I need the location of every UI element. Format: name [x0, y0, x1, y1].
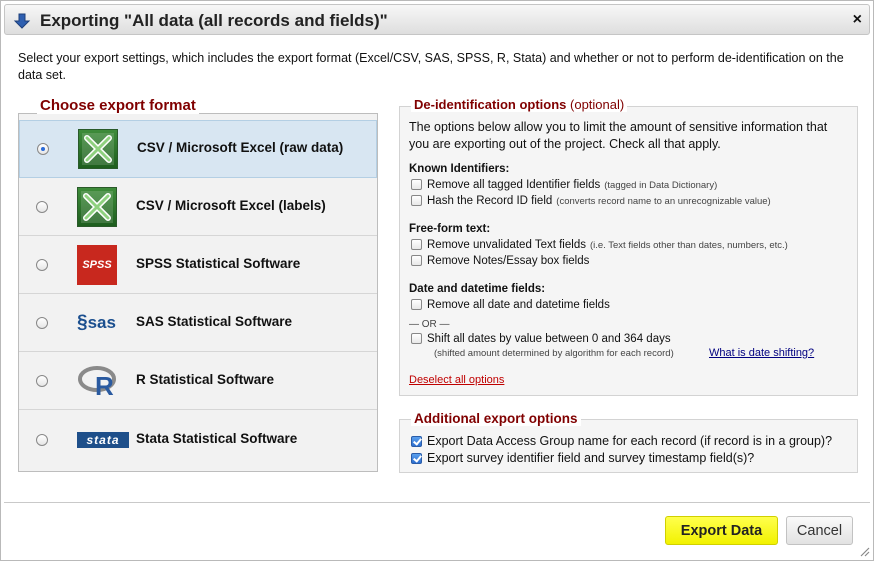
format-label-csv-raw: CSV / Microsoft Excel (raw data)	[137, 140, 344, 155]
format-radio-csv-raw[interactable]	[37, 143, 49, 155]
hash-record-note: (converts record name to an unrecognizab…	[556, 196, 771, 207]
deidentification-description: The options below allow you to limit the…	[409, 120, 828, 151]
deidentification-legend: De-identification options (optional)	[411, 97, 628, 112]
excel-icon	[77, 186, 117, 227]
sas-icon-text: sas	[87, 312, 116, 332]
export-survey-fields-option[interactable]: Export survey identifier field and surve…	[411, 451, 754, 465]
format-radio-r[interactable]	[36, 374, 48, 387]
remove-text-checkbox[interactable]	[411, 239, 422, 250]
known-identifiers-title: Known Identifiers:	[409, 163, 510, 175]
sas-icon: §sas	[77, 311, 116, 333]
deidentification-legend-title: De-identification options	[414, 97, 567, 112]
format-label-stata: Stata Statistical Software	[136, 431, 298, 446]
footer-divider	[4, 502, 870, 503]
remove-dates-checkbox[interactable]	[411, 299, 422, 310]
remove-text-note: (i.e. Text fields other than dates, numb…	[589, 240, 788, 251]
shift-dates-note: (shifted amount determined by algorithm …	[434, 348, 674, 359]
free-form-title: Free-form text:	[409, 223, 491, 235]
stata-icon: stata	[77, 432, 129, 448]
format-label-csv-labels: CSV / Microsoft Excel (labels)	[136, 197, 326, 213]
shift-dates-label: Shift all dates by value between 0 and 3…	[427, 333, 671, 345]
close-button[interactable]: ×	[853, 11, 862, 29]
remove-dates-label: Remove all date and datetime fields	[427, 299, 610, 311]
hash-record-checkbox[interactable]	[411, 195, 422, 206]
remove-identifiers-label: Remove all tagged Identifier fields	[427, 179, 601, 191]
format-radio-csv-labels[interactable]	[36, 200, 48, 213]
hash-record-option[interactable]: Hash the Record ID field (converts record…	[411, 195, 771, 207]
deidentification-legend-optional: (optional)	[570, 97, 625, 112]
format-radio-spss[interactable]	[36, 258, 48, 271]
shift-dates-option[interactable]: Shift all dates by value between 0 and 3…	[411, 333, 671, 345]
remove-text-option[interactable]: Remove unvalidated Text fields (i.e. Text…	[411, 239, 788, 251]
export-format-legend: Choose export format	[37, 97, 199, 114]
format-label-spss: SPSS Statistical Software	[136, 255, 301, 271]
intro-text: Select your export settings, which inclu…	[18, 51, 844, 82]
export-dag-option[interactable]: Export Data Access Group name for each r…	[411, 434, 832, 448]
date-shifting-help-link[interactable]: What is date shifting?	[709, 347, 814, 359]
remove-notes-checkbox[interactable]	[411, 255, 422, 266]
format-option-csv-raw[interactable]: CSV / Microsoft Excel (raw data)	[19, 120, 377, 178]
export-dag-label: Export Data Access Group name for each r…	[427, 434, 833, 448]
export-dialog: Exporting "All data (all records and fie…	[0, 0, 874, 561]
deselect-all-link[interactable]: Deselect all options	[409, 374, 504, 386]
r-icon: R	[77, 364, 121, 398]
remove-dates-option[interactable]: Remove all date and datetime fields	[411, 299, 610, 311]
format-option-r[interactable]: R R Statistical Software	[19, 352, 377, 410]
or-separator: — OR —	[409, 319, 450, 330]
cancel-button[interactable]: Cancel	[786, 516, 853, 545]
export-survey-fields-checkbox[interactable]	[411, 453, 422, 464]
excel-icon	[78, 129, 118, 169]
format-radio-stata[interactable]	[36, 434, 48, 446]
format-option-stata[interactable]: stata Stata Statistical Software	[19, 411, 377, 469]
format-radio-sas[interactable]	[36, 316, 48, 329]
resize-grip-icon[interactable]	[858, 545, 870, 557]
hash-record-label: Hash the Record ID field	[427, 195, 553, 207]
r-icon-letter: R	[95, 371, 114, 398]
spss-icon: SPSS	[77, 244, 117, 285]
shift-dates-checkbox[interactable]	[411, 333, 422, 344]
additional-options-legend: Additional export options	[411, 411, 581, 426]
dialog-title: Exporting "All data (all records and fie…	[40, 11, 388, 30]
export-survey-fields-label: Export survey identifier field and surve…	[427, 451, 755, 465]
remove-identifiers-note: (tagged in Data Dictionary)	[604, 180, 718, 191]
remove-text-label: Remove unvalidated Text fields	[427, 239, 586, 251]
remove-notes-option[interactable]: Remove Notes/Essay box fields	[411, 255, 589, 267]
format-option-csv-labels[interactable]: CSV / Microsoft Excel (labels)	[19, 178, 377, 236]
format-label-sas: SAS Statistical Software	[136, 313, 293, 329]
down-arrow-icon	[13, 13, 31, 29]
format-option-spss[interactable]: SPSS SPSS Statistical Software	[19, 236, 377, 294]
format-label-r: R Statistical Software	[136, 371, 275, 387]
export-data-button[interactable]: Export Data	[665, 516, 778, 545]
remove-identifiers-checkbox[interactable]	[411, 179, 422, 190]
remove-identifiers-option[interactable]: Remove all tagged Identifier fields (tagg…	[411, 179, 717, 191]
format-option-sas[interactable]: §sas SAS Statistical Software	[19, 294, 377, 352]
dates-title: Date and datetime fields:	[409, 283, 546, 295]
export-dag-checkbox[interactable]	[411, 436, 422, 447]
remove-notes-label: Remove Notes/Essay box fields	[427, 255, 590, 267]
dialog-titlebar[interactable]: Exporting "All data (all records and fie…	[4, 4, 870, 35]
